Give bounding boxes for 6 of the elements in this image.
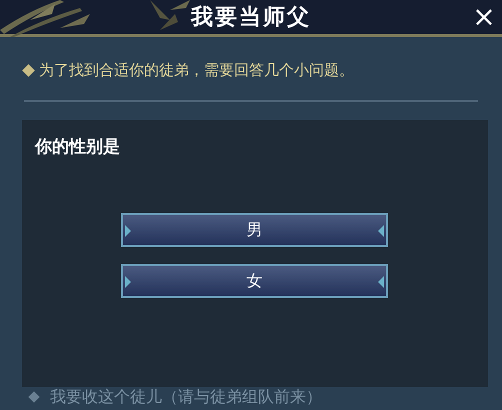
close-button[interactable]: × [470,2,498,32]
window-title: 我要当师父 [191,2,311,32]
option-button[interactable]: 男 [121,213,388,247]
dialog-title: 你的性别是 [35,136,120,159]
intro-text: 为了找到合适你的徒弟，需要回答几个小问题。 [39,60,354,81]
option-button[interactable]: 女 [121,264,388,298]
